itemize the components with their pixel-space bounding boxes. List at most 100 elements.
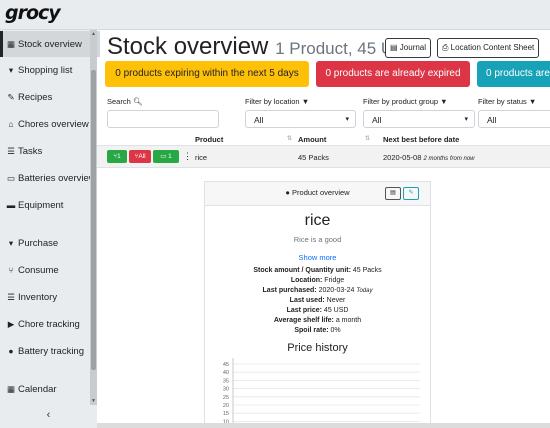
journal-button-label: Journal xyxy=(399,43,427,52)
price-history-title: Price history xyxy=(287,342,348,354)
detail-note: Today xyxy=(356,288,373,294)
location-button-label: Location Content Sheet xyxy=(450,43,535,52)
sidebar-item-batteries-overview[interactable]: ▭ Batteries overview xyxy=(0,165,97,191)
best-before-cell: 2020-05-08 2 months from now xyxy=(383,153,475,162)
filter-icon: ▼ xyxy=(528,97,537,106)
sidebar-item-tasks[interactable]: ☰ Tasks xyxy=(0,138,97,164)
horizontal-scrollbar[interactable] xyxy=(97,423,550,428)
location-filter-label-text: Filter by location xyxy=(245,97,300,106)
search-label-text: Search xyxy=(107,97,131,106)
chart-layer: 4540353025201510 xyxy=(223,358,420,428)
alert-expiring[interactable]: 0 products expiring within the next 5 da… xyxy=(105,61,309,87)
column-header-best-before[interactable]: Next best before date xyxy=(383,135,459,144)
sidebar-item-inventory[interactable]: ☰ Inventory xyxy=(0,284,97,310)
product-overview-card: ● Product overview ▤ ✎ rice Rice is a go… xyxy=(204,181,431,428)
print-icon: ⎙ xyxy=(442,43,449,52)
chart-y-tick-label: 45 xyxy=(223,362,229,368)
table-header: Product ⇅ Amount ⇅ Next best before date xyxy=(97,133,550,146)
search-label: Search 🔍︎ xyxy=(107,97,142,106)
cart-plus-icon: ▾ xyxy=(8,237,14,248)
carrot-icon: ✎ xyxy=(7,91,15,102)
sidebar-scrollbar-thumb[interactable] xyxy=(91,70,96,370)
product-cell[interactable]: rice xyxy=(195,153,207,162)
sidebar-item-label: Calendar xyxy=(18,383,57,395)
alert-expired[interactable]: 0 products are already expired xyxy=(316,61,470,87)
show-more-link[interactable]: Show more xyxy=(205,253,430,262)
page-title: Stock overview 1 Product, 45 Units xyxy=(107,33,420,61)
sidebar-item-consume[interactable]: ⑂ Consume xyxy=(0,257,97,283)
more-actions-icon[interactable]: ⋮ xyxy=(183,151,192,162)
sidebar-item-label: Chores overview xyxy=(18,118,89,130)
sidebar-item-purchase[interactable]: ▾ Purchase xyxy=(0,230,97,256)
group-filter-value: All xyxy=(372,115,382,125)
app-logo[interactable]: grocy xyxy=(5,2,61,24)
alert-below-min[interactable]: 0 products are xyxy=(477,61,550,87)
scroll-up-icon[interactable]: ▲ xyxy=(90,30,97,38)
sidebar-item-stock-overview[interactable]: ▦ Stock overview xyxy=(0,31,100,57)
location-filter-select[interactable]: All ▾ xyxy=(245,110,356,128)
detail-stock-amount: Stock amount / Quantity unit: 45 Packs xyxy=(205,267,430,274)
chart-y-tick-label: 20 xyxy=(223,403,229,409)
consume-all-label: All xyxy=(138,153,146,160)
page-title-text: Stock overview xyxy=(107,33,269,60)
detail-label: Stock amount / Quantity unit: xyxy=(253,267,351,274)
sidebar-item-battery-tracking[interactable]: ● Battery tracking xyxy=(0,338,97,364)
edit-icon: ✎ xyxy=(408,190,414,196)
best-before-relative: 2 months from now xyxy=(423,156,475,162)
journal-icon: ▤ xyxy=(390,43,398,52)
sidebar-item-calendar[interactable]: ▦ Calendar xyxy=(0,376,97,402)
location-filter-value: All xyxy=(254,115,264,125)
status-filter-select[interactable]: All xyxy=(478,110,550,128)
battery-icon: ▭ xyxy=(6,172,16,183)
column-header-amount[interactable]: Amount xyxy=(298,135,326,144)
calendar-icon: ▦ xyxy=(6,383,16,394)
chevron-down-icon: ▾ xyxy=(464,116,468,123)
sidebar-item-label: Consume xyxy=(18,264,59,276)
sidebar-item-chore-tracking[interactable]: ▶ Chore tracking xyxy=(0,311,97,337)
detail-label: Last purchased: xyxy=(262,287,317,294)
search-input[interactable] xyxy=(107,110,219,128)
tasks-icon: ☰ xyxy=(7,145,15,156)
edit-product-button[interactable]: ✎ xyxy=(403,187,419,200)
sidebar-item-shopping-list[interactable]: ▾ Shopping list xyxy=(0,57,97,83)
card-title-text: Product overview xyxy=(292,188,350,197)
product-journal-button[interactable]: ▤ xyxy=(385,187,401,200)
filter-icon: ▼ xyxy=(440,97,448,106)
sidebar-collapse-button[interactable]: ‹ xyxy=(0,403,97,428)
status-filter-label-text: Filter by status xyxy=(478,97,527,106)
main-content: Stock overview 1 Product, 45 Units ▤ Jou… xyxy=(97,30,550,428)
box-open-icon: ▭ xyxy=(160,153,167,160)
detail-location: Location: Fridge xyxy=(205,277,430,284)
sidebar: ▦ Stock overview ▾ Shopping list ✎ Recipes … xyxy=(0,30,100,428)
journal-button[interactable]: ▤ Journal xyxy=(385,38,432,58)
detail-label: Spoil rate: xyxy=(294,327,329,334)
sidebar-item-chores-overview[interactable]: ⌂ Chores overview xyxy=(0,111,97,137)
detail-last-purchased: Last purchased: 2020-03-24 Today xyxy=(205,287,430,294)
sidebar-item-label: Shopping list xyxy=(18,64,73,76)
product-name: rice xyxy=(304,212,331,229)
status-filter-label: Filter by status ▼ xyxy=(478,97,536,106)
chart-y-tick-label: 30 xyxy=(223,387,229,393)
column-header-product[interactable]: Product xyxy=(195,135,223,144)
consume-one-button[interactable]: ⑂1 xyxy=(107,150,127,163)
chart-y-tick-label: 35 xyxy=(223,378,229,384)
table-row[interactable]: ⑂1 ⑂All ▭ 1 ⋮ rice 45 Packs 2020-05-08 2… xyxy=(97,146,550,168)
detail-label: Last used: xyxy=(289,297,325,304)
sidebar-item-equipment[interactable]: ▬ Equipment xyxy=(0,192,97,218)
info-circle-icon: ● xyxy=(285,188,290,197)
chart-y-tick-label: 15 xyxy=(223,411,229,417)
chart-y-tick-label: 25 xyxy=(223,395,229,401)
open-one-button[interactable]: ▭ 1 xyxy=(153,150,179,163)
open-one-label: 1 xyxy=(168,153,172,160)
location-content-sheet-button[interactable]: ⎙ Location Content Sheet xyxy=(437,38,540,58)
group-filter-label-text: Filter by product group xyxy=(363,97,439,106)
group-filter-select[interactable]: All ▾ xyxy=(363,110,475,128)
sidebar-item-label: Tasks xyxy=(18,145,43,157)
sidebar-item-label: Stock overview xyxy=(18,38,82,50)
status-filter-value: All xyxy=(487,115,497,125)
consume-all-button[interactable]: ⑂All xyxy=(129,150,151,163)
sidebar-item-recipes[interactable]: ✎ Recipes xyxy=(0,84,97,110)
sidebar-scrollbar[interactable]: ▲ ▼ xyxy=(90,30,97,405)
sidebar-item-label: Recipes xyxy=(18,91,53,103)
detail-value: Fridge xyxy=(324,277,345,284)
